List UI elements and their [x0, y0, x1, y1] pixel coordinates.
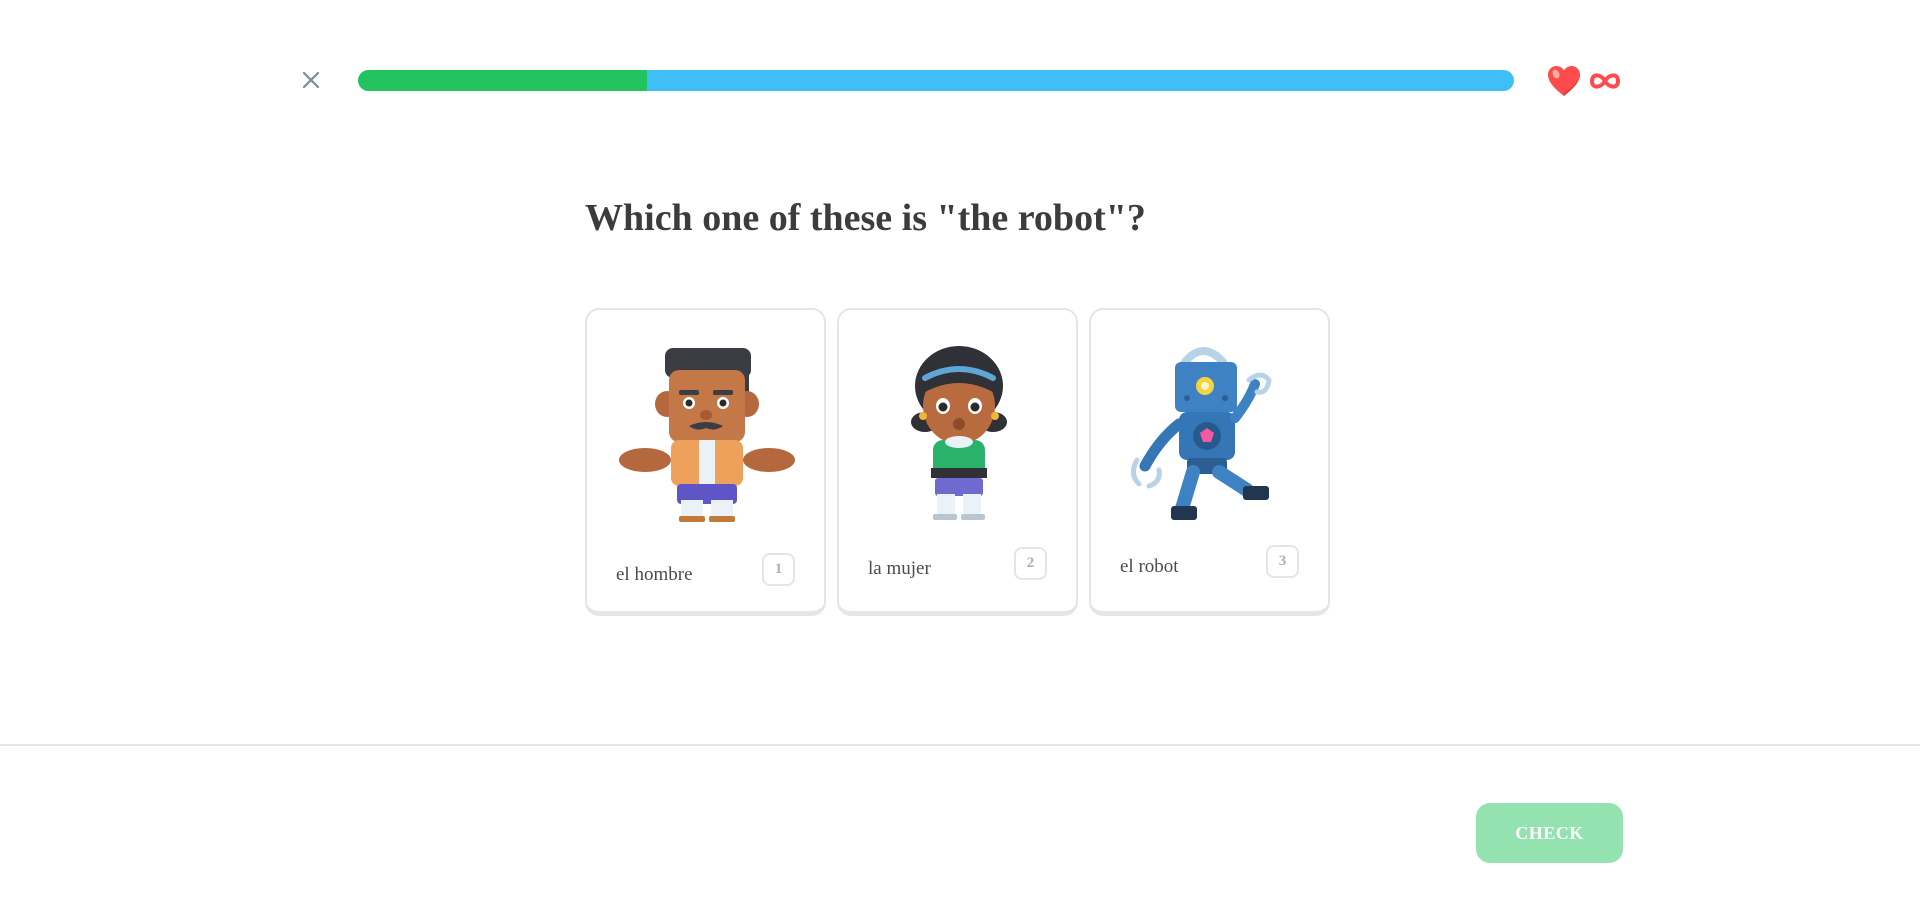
lives-counter [1546, 63, 1622, 99]
progress-fill [358, 70, 647, 91]
close-icon [302, 71, 320, 89]
woman-character-illustration [867, 340, 1052, 525]
man-character-illustration [615, 340, 800, 525]
infinity-icon [1590, 73, 1620, 89]
heart-icon [1548, 66, 1580, 96]
choice-card-el-hombre[interactable]: el hombre 1 [585, 308, 826, 616]
choice-card-la-mujer[interactable]: la mujer 2 [837, 308, 1078, 616]
robot-character-illustration [1119, 340, 1304, 525]
lesson-progress-bar [358, 70, 1514, 91]
choice-key-hint: 3 [1266, 545, 1299, 578]
choice-key-hint: 1 [762, 553, 795, 586]
choice-label: el hombre [616, 564, 693, 585]
choice-card-el-robot[interactable]: el robot 3 [1089, 308, 1330, 616]
choice-list: el hombre 1 la mujer 2 el robot 3 [585, 308, 1330, 616]
choice-label: la mujer [868, 558, 931, 579]
footer-divider [0, 744, 1920, 746]
check-button[interactable]: CHECK [1476, 803, 1623, 863]
question-prompt: Which one of these is "the robot"? [585, 197, 1146, 239]
choice-key-hint: 2 [1014, 547, 1047, 580]
choice-label: el robot [1120, 556, 1179, 577]
close-button[interactable] [298, 67, 324, 93]
